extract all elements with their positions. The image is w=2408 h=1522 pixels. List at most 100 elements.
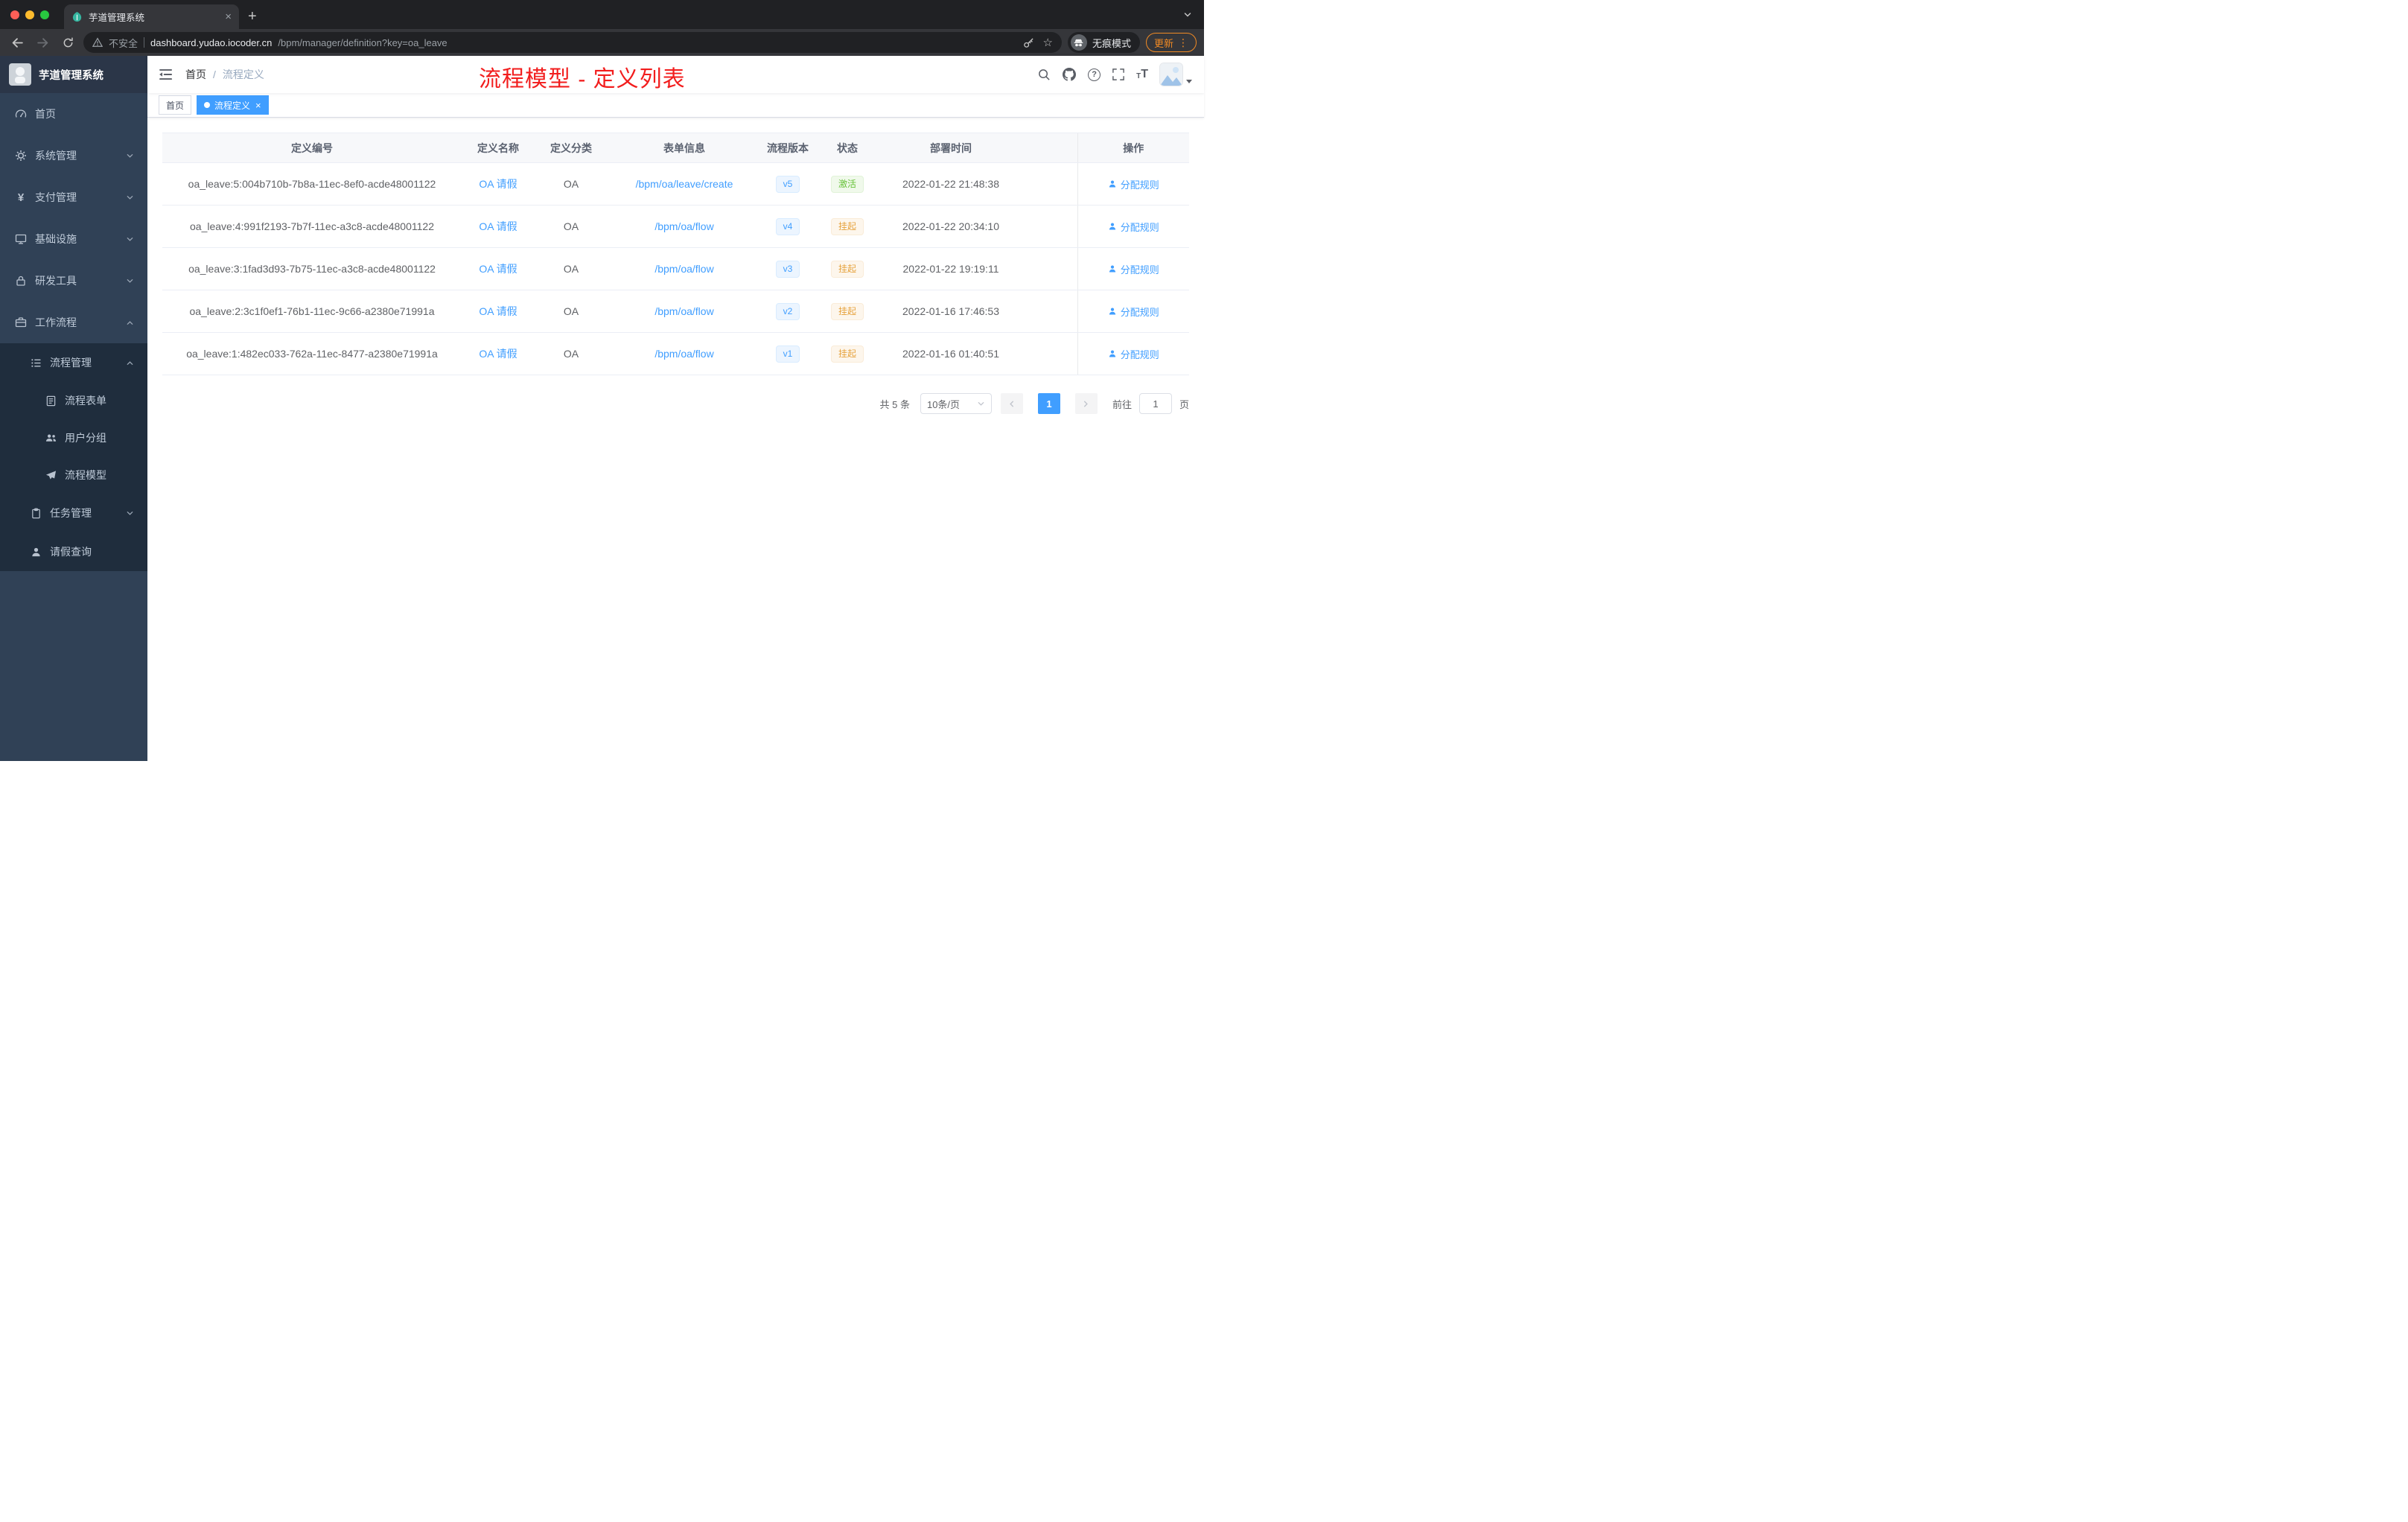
table-body: oa_leave:5:004b710b-7b8a-11ec-8ef0-acde4…	[162, 162, 1189, 375]
breadcrumb-current: 流程定义	[222, 69, 264, 80]
bookmark-star-icon[interactable]: ☆	[1043, 37, 1053, 48]
address-bar[interactable]: 不安全 dashboard.yudao.iocoder.cn/bpm/manag…	[83, 32, 1062, 53]
sidebar-item-infrastructure[interactable]: 基础设施	[0, 218, 147, 260]
assign-rule-link[interactable]: 分配规则	[1108, 347, 1159, 361]
sidebar-item-home[interactable]: 首页	[0, 93, 147, 135]
goto-page-input[interactable]	[1138, 393, 1172, 414]
chevron-down-icon	[126, 194, 134, 202]
window-minimize-button[interactable]	[25, 10, 34, 19]
sidebar-item-dev-tools[interactable]: 研发工具	[0, 260, 147, 302]
operation-cell: 分配规则	[1077, 162, 1189, 206]
definition-name-cell: OA 请假	[462, 205, 535, 248]
assign-rule-link[interactable]: 分配规则	[1108, 262, 1159, 276]
help-icon[interactable]: ?	[1088, 68, 1101, 81]
forward-button[interactable]	[33, 33, 52, 52]
fullscreen-icon[interactable]	[1112, 69, 1124, 80]
sidebar-item-process-form[interactable]: 流程表单	[0, 382, 147, 419]
sidebar-item-process-management[interactable]: 流程管理	[0, 343, 147, 382]
status-badge: 挂起	[830, 345, 864, 363]
form-link[interactable]: /bpm/oa/leave/create	[636, 178, 733, 190]
definition-id-cell: oa_leave:5:004b710b-7b8a-11ec-8ef0-acde4…	[162, 162, 462, 206]
github-icon[interactable]	[1063, 68, 1077, 81]
page-annotation: 流程模型 - 定义列表	[479, 67, 686, 92]
definition-id: oa_leave:5:004b710b-7b8a-11ec-8ef0-acde4…	[188, 178, 436, 190]
tag-process-definition[interactable]: 流程定义 ×	[197, 95, 269, 115]
column-header: 操作	[1077, 133, 1189, 163]
sidebar-item-payment[interactable]: ¥ 支付管理	[0, 176, 147, 218]
definition-name-link[interactable]: OA 请假	[479, 178, 517, 190]
version-badge: v2	[775, 302, 800, 320]
version-badge: v4	[775, 217, 800, 235]
caret-down-icon	[1186, 80, 1192, 83]
chevron-down-icon	[126, 235, 134, 243]
page-unit-label: 页	[1179, 398, 1189, 410]
font-size-icon[interactable]: TT	[1136, 69, 1148, 80]
next-page-button[interactable]	[1074, 393, 1098, 414]
tab-search-icon[interactable]	[1183, 10, 1192, 19]
sidebar-item-label: 流程表单	[65, 395, 106, 407]
tag-close-icon[interactable]: ×	[255, 101, 261, 110]
breadcrumb: 首页 / 流程定义	[185, 67, 264, 82]
form-link[interactable]: /bpm/oa/flow	[654, 263, 713, 275]
page-size-select[interactable]: 10条/页	[920, 393, 992, 414]
form-link[interactable]: /bpm/oa/flow	[654, 220, 713, 232]
window-close-button[interactable]	[10, 10, 19, 19]
reload-button[interactable]	[58, 33, 77, 52]
sidebar-item-process-model[interactable]: 流程模型	[0, 456, 147, 494]
form-info-cell: /bpm/oa/flow	[608, 290, 761, 333]
operation-cell: 分配规则	[1077, 290, 1189, 333]
browser-menu-icon[interactable]: ⋮	[1178, 37, 1188, 48]
definition-id: oa_leave:1:482ec033-762a-11ec-8477-a2380…	[186, 348, 438, 360]
security-label[interactable]: 不安全	[109, 36, 138, 50]
new-tab-button[interactable]: +	[248, 8, 257, 25]
definition-category-cell: OA	[535, 162, 608, 206]
version-cell: v2	[761, 290, 815, 333]
definition-name-link[interactable]: OA 请假	[479, 305, 517, 317]
assign-rule-label: 分配规则	[1120, 264, 1159, 276]
deploy-time-cell: 2022-01-22 19:19:11	[880, 247, 1022, 290]
definition-name-link[interactable]: OA 请假	[479, 348, 517, 360]
password-key-icon[interactable]	[1023, 37, 1034, 48]
breadcrumb-home[interactable]: 首页	[185, 67, 206, 82]
sidebar-item-workflow[interactable]: 工作流程	[0, 302, 147, 343]
sidebar-item-task-management[interactable]: 任务管理	[0, 494, 147, 532]
prev-page-button[interactable]	[1000, 393, 1023, 414]
browser-tab-strip: 芋道管理系统 × +	[0, 0, 1204, 29]
search-icon[interactable]	[1038, 69, 1051, 81]
incognito-badge: 无痕模式	[1067, 32, 1140, 53]
person-icon	[1109, 180, 1115, 188]
browser-toolbar: 不安全 dashboard.yudao.iocoder.cn/bpm/manag…	[0, 29, 1204, 56]
definition-name-link[interactable]: OA 请假	[479, 220, 517, 232]
assign-rule-label: 分配规则	[1120, 348, 1159, 360]
window-zoom-button[interactable]	[40, 10, 49, 19]
form-link[interactable]: /bpm/oa/flow	[654, 348, 713, 360]
sidebar-item-leave-query[interactable]: 请假查询	[0, 532, 147, 571]
assign-rule-link[interactable]: 分配规则	[1108, 177, 1159, 191]
browser-tab[interactable]: 芋道管理系统 ×	[64, 4, 239, 29]
goto-label: 前往	[1112, 398, 1132, 410]
user-avatar[interactable]	[1160, 63, 1192, 86]
sidebar-item-label: 流程管理	[50, 357, 92, 369]
assign-rule-link[interactable]: 分配规则	[1108, 305, 1159, 319]
update-button[interactable]: 更新 ⋮	[1145, 33, 1197, 52]
back-button[interactable]	[7, 33, 27, 52]
hamburger-icon[interactable]	[159, 69, 173, 80]
chevron-down-icon	[126, 509, 134, 518]
sidebar-item-user-group[interactable]: 用户分组	[0, 419, 147, 456]
status-cell: 挂起	[815, 205, 880, 248]
sidebar-item-system[interactable]: 系统管理	[0, 135, 147, 176]
definition-name-link[interactable]: OA 请假	[479, 263, 517, 275]
page-number-button[interactable]: 1	[1037, 393, 1060, 414]
assign-rule-link[interactable]: 分配规则	[1108, 220, 1159, 234]
tag-home[interactable]: 首页	[159, 95, 192, 115]
update-label: 更新	[1153, 37, 1173, 49]
column-header: 部署时间	[880, 133, 1022, 163]
form-link[interactable]: /bpm/oa/flow	[654, 305, 713, 317]
clipboard-icon	[30, 507, 42, 519]
tab-close-icon[interactable]: ×	[225, 11, 232, 22]
deploy-time-cell: 2022-01-16 01:40:51	[880, 332, 1022, 375]
deploy-time: 2022-01-16 17:46:53	[902, 305, 999, 317]
column-header: 定义名称	[462, 133, 535, 163]
definition-id-cell: oa_leave:3:1fad3d93-7b75-11ec-a3c8-acde4…	[162, 247, 462, 290]
form-info-cell: /bpm/oa/leave/create	[608, 162, 761, 206]
